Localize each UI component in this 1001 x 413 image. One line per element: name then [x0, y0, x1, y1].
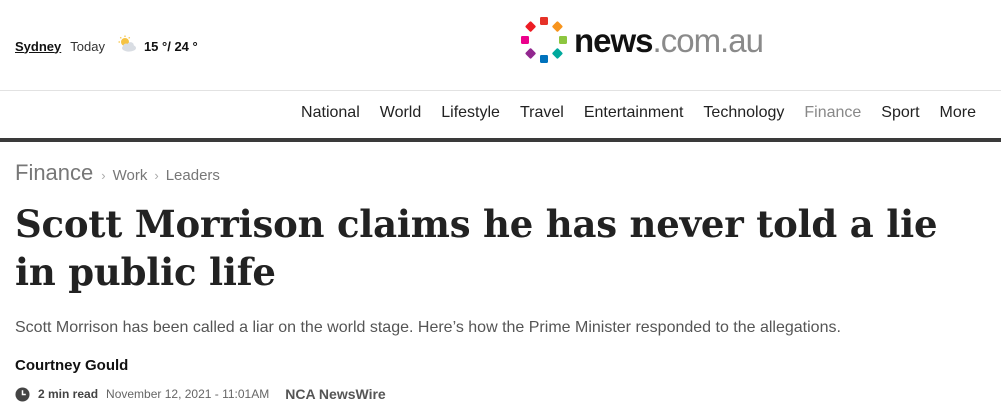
nav-bottom-rule [0, 138, 1001, 142]
partly-cloudy-icon [116, 35, 138, 53]
breadcrumb: Finance › Work › Leaders [15, 160, 220, 186]
logo-dot [540, 17, 548, 25]
logo-domain: .com.au [652, 21, 764, 59]
nav-item-national[interactable]: National [301, 104, 360, 122]
breadcrumb-leaders[interactable]: Leaders [166, 167, 220, 184]
logo-dot [525, 48, 536, 59]
nav-item-finance[interactable]: Finance [804, 104, 861, 122]
weather-day: Today [70, 38, 105, 54]
nav-item-lifestyle[interactable]: Lifestyle [441, 104, 500, 122]
breadcrumb-section[interactable]: Finance [15, 160, 93, 186]
breadcrumb-work[interactable]: Work [113, 167, 148, 184]
nav-item-technology[interactable]: Technology [703, 104, 784, 122]
nav-item-more[interactable]: More [940, 104, 976, 122]
logo-dot [552, 48, 563, 59]
article-standfirst: Scott Morrison has been called a liar on… [15, 319, 841, 336]
news-logo-icon [521, 17, 567, 63]
read-time: 2 min read [38, 387, 99, 401]
article-author[interactable]: Courtney Gould [15, 357, 128, 374]
logo-wordmark: news [574, 21, 654, 59]
site-logo[interactable]: news.com.au [518, 14, 764, 66]
nav-item-world[interactable]: World [380, 104, 422, 122]
header-divider [0, 90, 1001, 91]
logo-dot [525, 21, 536, 32]
logo-dot [559, 36, 567, 44]
chevron-right-icon: › [101, 168, 106, 183]
publish-date: November 12, 2021 - 11:01AM [106, 387, 270, 401]
chevron-right-icon: › [154, 168, 159, 183]
site-header: Sydney Today 15 °/ 24 ° news.com.au [0, 0, 1001, 91]
article-meta: 2 min read November 12, 2021 - 11:01AM N… [15, 386, 386, 402]
logo-dot [552, 21, 563, 32]
nav-item-entertainment[interactable]: Entertainment [584, 104, 684, 122]
weather-temperature: 15 °/ 24 ° [143, 38, 198, 54]
logo-dot [540, 55, 548, 63]
clock-icon [15, 386, 30, 402]
weather-city-link[interactable]: Sydney [15, 39, 61, 54]
nav-item-sport[interactable]: Sport [881, 104, 919, 122]
nav-item-travel[interactable]: Travel [520, 104, 564, 122]
article-headline: Scott Morrison claims he has never told … [15, 202, 938, 294]
weather-widget: Sydney Today 15 °/ 24 ° [15, 35, 198, 55]
logo-dot [521, 36, 529, 44]
main-navigation: National World Lifestyle Travel Entertainmen… [301, 104, 976, 122]
article-source: NCA NewsWire [285, 386, 386, 402]
